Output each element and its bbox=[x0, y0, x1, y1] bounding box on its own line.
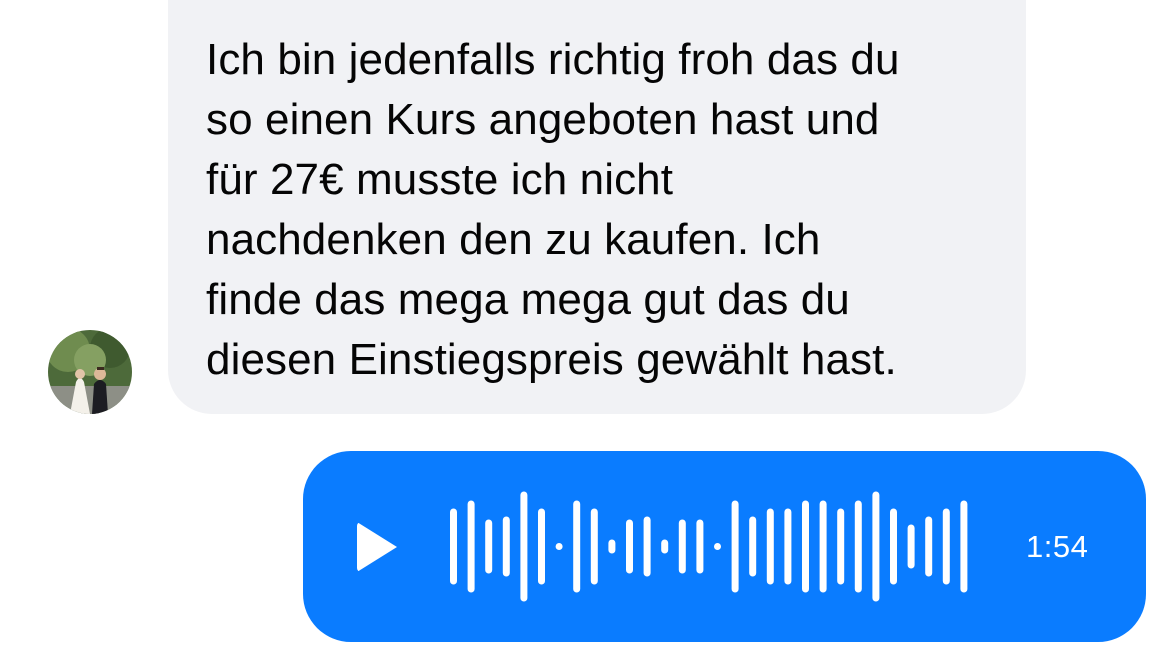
waveform-bar bbox=[960, 500, 968, 593]
waveform-bar bbox=[573, 500, 581, 593]
chat-thread: Ich bin jedenfalls richtig froh das du s… bbox=[0, 0, 1170, 664]
received-message-text: Ich bin jedenfalls richtig froh das du s… bbox=[206, 35, 900, 384]
received-message-bubble[interactable]: Ich bin jedenfalls richtig froh das du s… bbox=[168, 0, 1026, 414]
voice-message-bubble[interactable]: 1:54 bbox=[303, 451, 1146, 642]
waveform-bar bbox=[907, 524, 915, 569]
waveform-bar bbox=[555, 543, 563, 550]
waveform-bar bbox=[450, 508, 457, 585]
waveform-bar bbox=[485, 519, 493, 574]
waveform-bar bbox=[538, 508, 545, 585]
voice-message-duration: 1:54 bbox=[1026, 529, 1089, 564]
waveform-bar bbox=[520, 491, 528, 602]
waveform-bar bbox=[819, 500, 827, 593]
waveform-bar bbox=[802, 500, 809, 593]
waveform-bar bbox=[942, 508, 950, 585]
waveform-bar bbox=[626, 519, 633, 574]
avatar-photo bbox=[48, 330, 132, 414]
waveform-bar bbox=[643, 516, 651, 577]
waveform-bar bbox=[590, 508, 598, 585]
waveform-bar bbox=[749, 516, 757, 577]
waveform-bar bbox=[925, 516, 933, 577]
audio-waveform[interactable] bbox=[303, 451, 1146, 642]
waveform-bar bbox=[837, 508, 845, 585]
waveform-bar bbox=[890, 508, 897, 585]
waveform-bar bbox=[872, 491, 880, 602]
waveform-bar bbox=[467, 500, 475, 593]
waveform-bar bbox=[731, 500, 739, 593]
waveform-bar bbox=[784, 508, 792, 585]
waveform-bar bbox=[678, 519, 686, 574]
waveform-bar bbox=[502, 516, 510, 577]
waveform-bar bbox=[714, 543, 721, 550]
waveform-bar bbox=[854, 500, 862, 593]
waveform-bar bbox=[766, 508, 774, 585]
waveform-bar bbox=[608, 539, 616, 554]
sender-avatar[interactable] bbox=[48, 330, 132, 414]
waveform-bar bbox=[661, 539, 669, 554]
waveform-bar bbox=[696, 519, 704, 574]
